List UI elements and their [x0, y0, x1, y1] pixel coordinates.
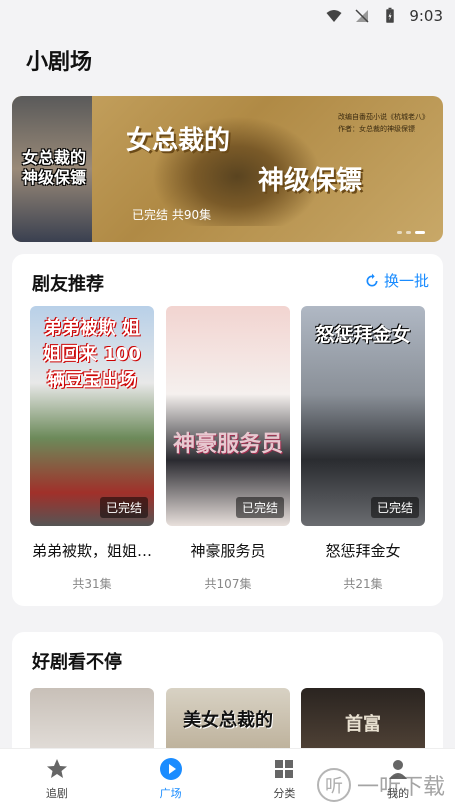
battery-icon: [381, 7, 399, 25]
refresh-icon: [366, 273, 378, 286]
watermark-logo-icon: 听: [316, 768, 351, 802]
watermark-text: 一听下载: [356, 775, 445, 800]
pagination-dot: [397, 231, 402, 234]
drama-card[interactable]: 神豪服务员 已完结 神豪服务员 共107集: [166, 306, 290, 592]
pagination-dot-active: [415, 231, 425, 234]
hot-title: 好剧看不停: [32, 652, 122, 673]
watermark: 听 一听下载: [316, 768, 445, 802]
tab-label: 分类: [273, 786, 296, 800]
drama-name: 神豪服务员: [190, 542, 266, 560]
tab-label: 广场: [159, 786, 182, 800]
tab-category[interactable]: 分类: [254, 757, 314, 801]
pagination-dot: [406, 231, 411, 234]
page-title: 小剧场: [26, 50, 93, 75]
banner-headline-line2: 神级保镖: [258, 166, 363, 196]
tab-label: 追剧: [45, 786, 68, 800]
drama-cover: 弟弟被欺 姐姐回来 100辆豆宝出场 已完结: [30, 306, 154, 526]
drama-episodes: 共107集: [204, 577, 252, 591]
hot-cover-text: 美女总裁的: [183, 710, 273, 731]
recommend-title: 剧友推荐: [32, 274, 104, 295]
wifi-icon: [325, 7, 343, 25]
drama-cover-text: 神豪服务员: [172, 432, 283, 457]
banner-source-line2: 作者：女总裁的神级保镖: [338, 125, 415, 133]
tab-follow[interactable]: 追剧: [27, 757, 87, 801]
drama-name: 怒惩拜金女: [325, 542, 401, 560]
status-bar: 9:03: [0, 0, 455, 32]
status-badge: 已完结: [370, 497, 419, 518]
refresh-label: 换一批: [383, 272, 429, 290]
drama-cover-text: 怒惩拜金女: [315, 324, 411, 346]
no-signal-icon: [353, 7, 371, 25]
drama-card[interactable]: 弟弟被欺 姐姐回来 100辆豆宝出场 已完结 弟弟被欺，姐姐… 共31集: [30, 306, 154, 592]
play-icon: [159, 757, 182, 780]
recommend-section: 剧友推荐 换一批 弟弟被欺 姐姐回来 100辆豆宝出场 已完结 弟弟被欺，姐姐……: [12, 254, 443, 606]
drama-episodes: 共21集: [343, 577, 383, 591]
banner-headline-line1: 女总裁的: [126, 126, 231, 156]
hot-cover-text: 首富: [345, 714, 381, 735]
featured-banner[interactable]: 女总裁的神级保镖 女总裁的 神级保镖 改编自番茄小说《杭城老八》 作者：女总裁的…: [12, 96, 443, 242]
drama-episodes: 共31集: [72, 577, 112, 591]
status-badge: 已完结: [235, 497, 284, 518]
banner-pagination: [397, 231, 425, 234]
grid-icon: [275, 759, 294, 778]
star-icon: [46, 758, 67, 778]
tab-square[interactable]: 广场: [141, 757, 201, 801]
drama-cover: 怒惩拜金女 已完结: [301, 306, 425, 526]
refresh-button[interactable]: 换一批: [364, 270, 429, 291]
banner-poster-text: 女总裁的神级保镖: [21, 148, 86, 187]
status-time: 9:03: [409, 7, 443, 25]
drama-cover: 神豪服务员 已完结: [166, 306, 290, 526]
banner-poster-image: 女总裁的神级保镖: [12, 96, 92, 242]
banner-source-line1: 改编自番茄小说《杭城老八》: [338, 113, 429, 121]
drama-name: 弟弟被欺，姐姐…: [31, 542, 152, 560]
drama-cover-text: 弟弟被欺 姐姐回来 100辆豆宝出场: [43, 318, 141, 391]
drama-card[interactable]: 怒惩拜金女 已完结 怒惩拜金女 共21集: [301, 306, 425, 592]
banner-status: 已完结 共90集: [132, 208, 212, 222]
status-badge: 已完结: [99, 497, 148, 518]
